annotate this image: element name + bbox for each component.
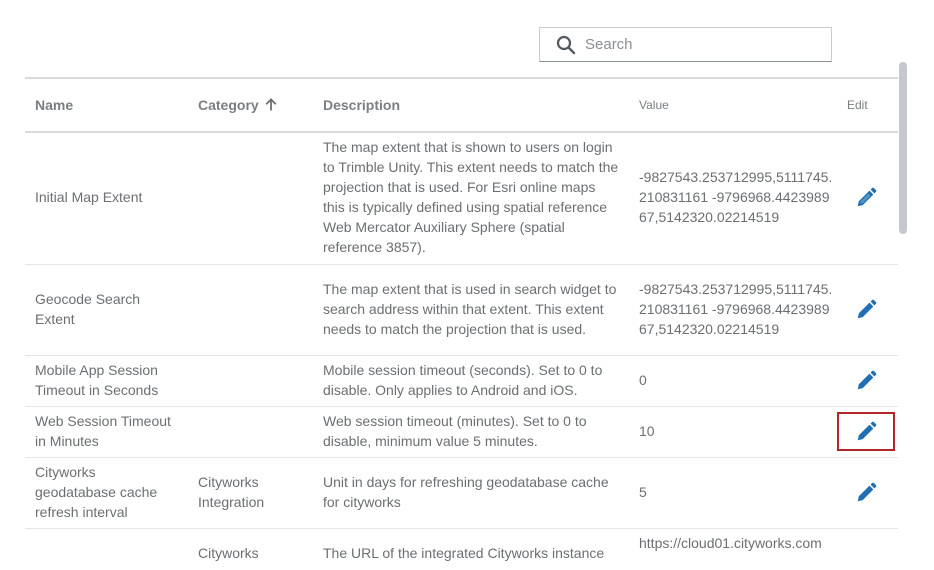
cell-description: The map extent that is used in search wi… xyxy=(313,264,629,356)
cell-edit xyxy=(837,355,898,407)
table-row: Cityworks geodatabase cache refresh inte… xyxy=(25,457,898,529)
pencil-icon xyxy=(857,370,877,389)
edit-button[interactable] xyxy=(837,361,895,400)
table-row: Mobile App Session Timeout in Seconds Mo… xyxy=(25,355,898,407)
cell-category: Cityworks Integration xyxy=(188,457,313,529)
cell-description: The map extent that is shown to users on… xyxy=(313,132,629,265)
cell-description: Web session timeout (minutes). Set to 0 … xyxy=(313,406,629,458)
table-row: Initial Map Extent The map extent that i… xyxy=(25,132,898,265)
table-row: Geocode Search Extent The map extent tha… xyxy=(25,264,898,356)
column-header-value[interactable]: Value xyxy=(629,79,838,133)
edit-button-highlighted[interactable] xyxy=(837,412,895,451)
cell-name: Cityworks geodatabase cache refresh inte… xyxy=(25,457,188,529)
table-row: Web Session Timeout in Minutes Web sessi… xyxy=(25,406,898,458)
table-row: Cityworks The URL of the integrated City… xyxy=(25,528,898,570)
cell-value: 5 xyxy=(629,457,838,529)
cell-description: Mobile session timeout (seconds). Set to… xyxy=(313,355,629,407)
cell-name: Initial Map Extent xyxy=(25,132,188,265)
cell-category: Cityworks xyxy=(188,528,313,570)
cell-value: -9827543.253712995,5111745.210831161 -97… xyxy=(629,132,838,265)
cell-value: 0 xyxy=(629,355,838,407)
cell-edit xyxy=(837,264,898,356)
cell-name xyxy=(25,528,188,570)
search-box[interactable] xyxy=(539,27,832,62)
sort-ascending-icon[interactable] xyxy=(265,98,277,111)
column-header-name[interactable]: Name xyxy=(25,79,188,133)
cell-value: -9827543.253712995,5111745.210831161 -97… xyxy=(629,264,838,356)
cell-category xyxy=(188,264,313,356)
cell-value: https://cloud01.cityworks.com xyxy=(629,528,838,570)
table-header-row: Name Category Description Value Edit xyxy=(25,79,898,133)
cell-category xyxy=(188,132,313,265)
cell-name: Web Session Timeout in Minutes xyxy=(25,406,188,458)
search-input[interactable] xyxy=(585,36,815,53)
cell-description: Unit in days for refreshing geodatabase … xyxy=(313,457,629,529)
cell-value: 10 xyxy=(629,406,838,458)
edit-button[interactable] xyxy=(837,179,895,218)
pencil-icon xyxy=(857,187,877,207)
column-header-edit: Edit xyxy=(838,79,898,133)
cell-edit xyxy=(837,406,898,458)
cell-edit xyxy=(837,457,898,529)
cell-category xyxy=(188,355,313,407)
cell-edit xyxy=(838,528,898,570)
scrollbar-thumb[interactable] xyxy=(899,62,907,234)
cell-name: Geocode Search Extent xyxy=(25,264,188,356)
cell-name: Mobile App Session Timeout in Seconds xyxy=(25,355,188,407)
cell-edit xyxy=(837,132,898,265)
pencil-icon xyxy=(857,421,877,440)
edit-button[interactable] xyxy=(837,473,895,512)
cell-category xyxy=(188,406,313,458)
search-icon xyxy=(556,35,576,54)
column-header-category[interactable]: Category xyxy=(188,79,313,133)
cell-description: The URL of the integrated Cityworks inst… xyxy=(313,528,629,570)
column-header-description[interactable]: Description xyxy=(313,79,629,133)
edit-button[interactable] xyxy=(837,290,895,329)
pencil-icon xyxy=(857,482,877,501)
settings-table: Name Category Description Value Edit Ini… xyxy=(25,77,898,570)
pencil-icon xyxy=(857,299,877,318)
